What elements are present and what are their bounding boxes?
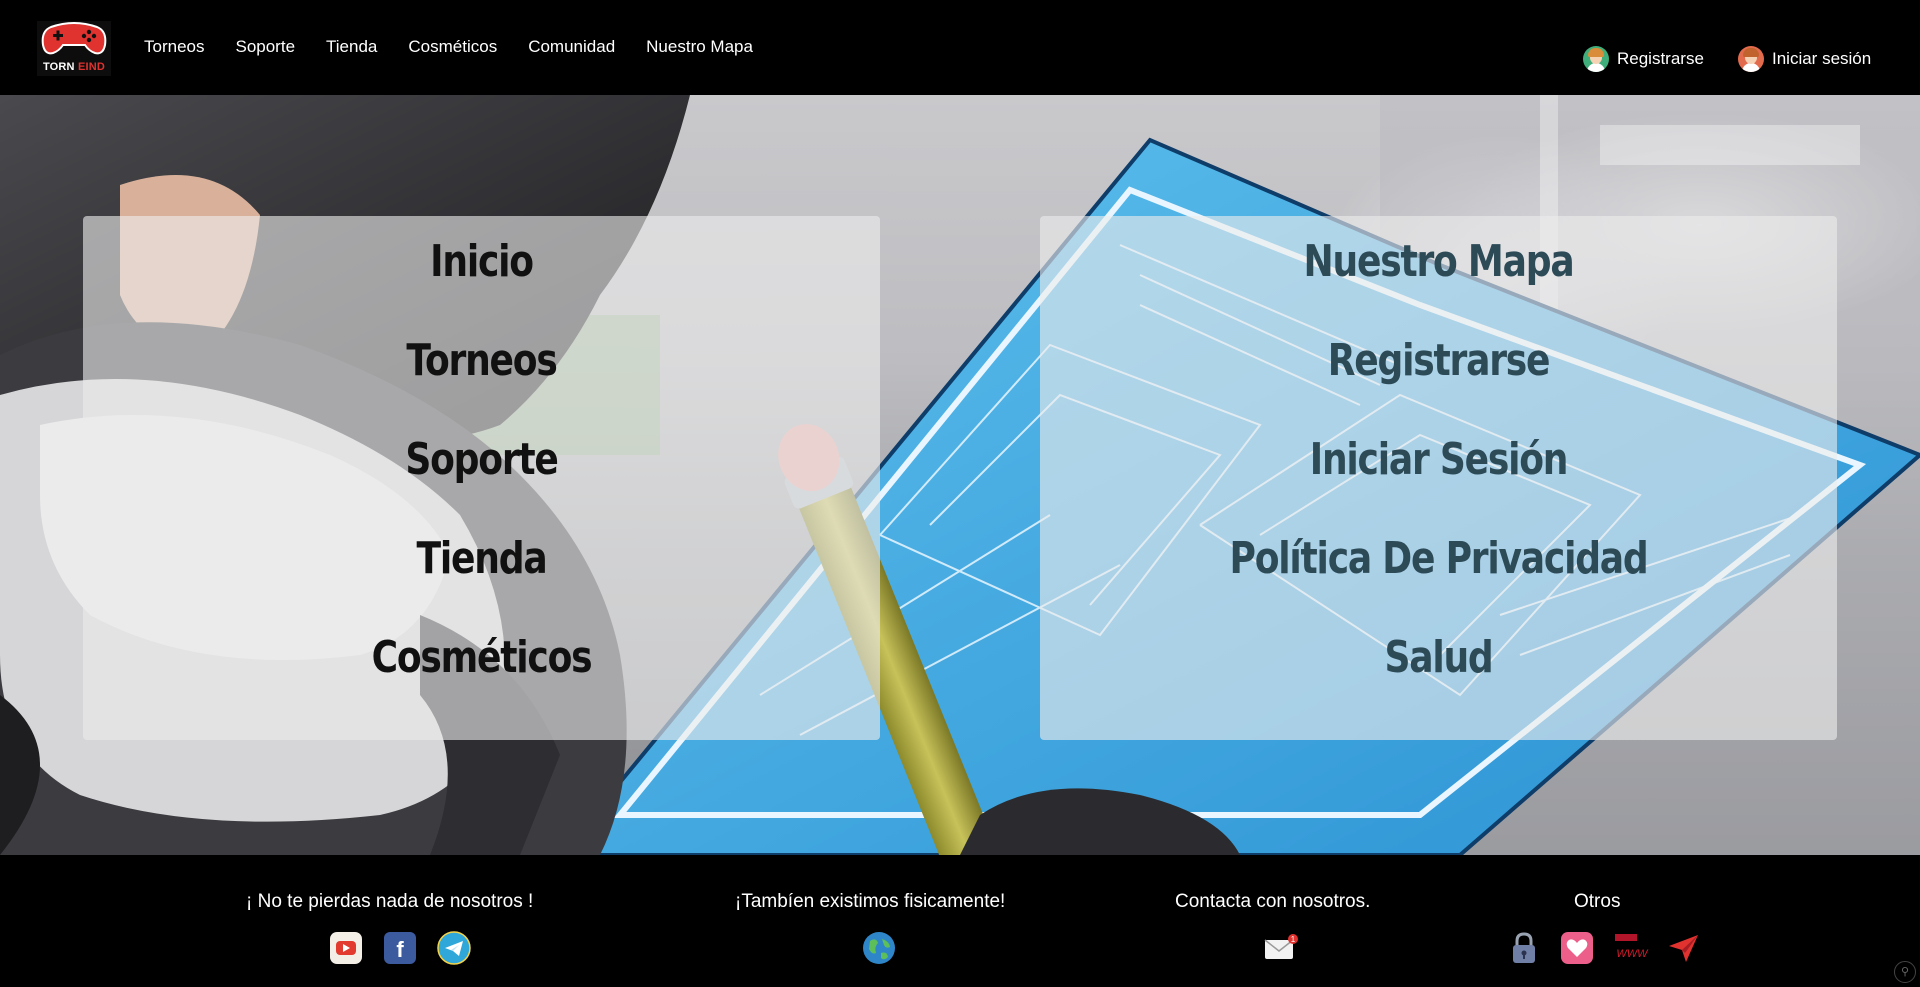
accessibility-icon[interactable]: ⚲ bbox=[1894, 961, 1916, 983]
nav-item-soporte[interactable]: Soporte bbox=[235, 37, 295, 57]
panel-link-soporte[interactable]: Soporte bbox=[155, 434, 809, 485]
social-icons: f bbox=[329, 931, 471, 965]
register-link[interactable]: Registrarse bbox=[1583, 46, 1704, 72]
svg-text:f: f bbox=[396, 937, 404, 962]
footer-col-contact: Contacta con nosotros. bbox=[1175, 891, 1370, 913]
mail-badge: 1 bbox=[1291, 935, 1296, 944]
logo-text: TORN EIND bbox=[42, 61, 106, 73]
panel-link-torneos[interactable]: Torneos bbox=[155, 335, 809, 386]
left-links-panel: Inicio Torneos Soporte Tienda Cosméticos bbox=[83, 216, 880, 740]
facebook-icon[interactable]: f bbox=[383, 931, 417, 965]
www-text: WWW bbox=[1616, 948, 1649, 960]
footer: ¡ No te pierdas nada de nosotros ! f ¡Ta… bbox=[0, 855, 1920, 987]
footer-col-physical: ¡Tambíen existimos fisicamente! bbox=[735, 891, 1005, 913]
panel-link-iniciar-sesion[interactable]: Iniciar Sesión bbox=[1112, 434, 1766, 485]
hero-section: Inicio Torneos Soporte Tienda Cosméticos… bbox=[0, 95, 1920, 855]
youtube-icon[interactable] bbox=[329, 931, 363, 965]
panel-link-cosmeticos[interactable]: Cosméticos bbox=[155, 632, 809, 683]
panel-link-inicio[interactable]: Inicio bbox=[155, 236, 809, 287]
login-avatar-icon bbox=[1738, 46, 1764, 72]
login-link[interactable]: Iniciar sesión bbox=[1738, 46, 1871, 72]
panel-link-registrarse[interactable]: Registrarse bbox=[1112, 335, 1766, 386]
globe-icon[interactable] bbox=[862, 931, 896, 965]
footer-others-title: Otros bbox=[1574, 891, 1621, 912]
send-icon[interactable] bbox=[1666, 931, 1700, 965]
nav-item-comunidad[interactable]: Comunidad bbox=[528, 37, 615, 57]
login-label: Iniciar sesión bbox=[1772, 49, 1872, 68]
right-links-panel: Nuestro Mapa Registrarse Iniciar Sesión … bbox=[1040, 216, 1837, 740]
panel-link-nuestro-mapa[interactable]: Nuestro Mapa bbox=[1112, 236, 1766, 287]
other-icons: WWW bbox=[1507, 931, 1700, 965]
gamepad-logo-icon bbox=[41, 22, 107, 55]
telegram-icon[interactable] bbox=[437, 931, 471, 965]
register-label: Registrarse bbox=[1617, 49, 1704, 68]
panel-link-politica-privacidad[interactable]: Política De Privacidad bbox=[1112, 533, 1766, 584]
lock-icon[interactable] bbox=[1507, 931, 1541, 965]
contact-icons: 1 bbox=[1264, 931, 1298, 965]
nav-item-torneos[interactable]: Torneos bbox=[144, 37, 204, 57]
www-icon[interactable]: WWW bbox=[1613, 931, 1649, 965]
nav-item-cosmeticos[interactable]: Cosméticos bbox=[408, 37, 497, 57]
footer-contact-title: Contacta con nosotros. bbox=[1175, 891, 1371, 912]
physical-icons bbox=[862, 931, 896, 965]
heart-icon[interactable] bbox=[1560, 931, 1594, 965]
mail-icon[interactable]: 1 bbox=[1264, 931, 1298, 965]
panel-link-tienda[interactable]: Tienda bbox=[155, 533, 809, 584]
main-nav: Torneos Soporte Tienda Cosméticos Comuni… bbox=[144, 37, 784, 57]
footer-col-social: ¡ No te pierdas nada de nosotros ! bbox=[246, 891, 533, 913]
footer-social-title: ¡ No te pierdas nada de nosotros ! bbox=[246, 891, 534, 912]
footer-physical-title: ¡Tambíen existimos fisicamente! bbox=[735, 891, 1006, 912]
top-navbar: TORN EIND Torneos Soporte Tienda Cosméti… bbox=[0, 0, 1920, 95]
page: TORN EIND Torneos Soporte Tienda Cosméti… bbox=[0, 0, 1920, 987]
footer-col-others: Otros bbox=[1574, 891, 1620, 913]
nav-item-nuestro-mapa[interactable]: Nuestro Mapa bbox=[646, 37, 753, 57]
site-logo[interactable]: TORN EIND bbox=[37, 21, 111, 76]
nav-item-tienda[interactable]: Tienda bbox=[326, 37, 377, 57]
panel-link-salud[interactable]: Salud bbox=[1112, 632, 1766, 683]
register-avatar-icon bbox=[1583, 46, 1609, 72]
